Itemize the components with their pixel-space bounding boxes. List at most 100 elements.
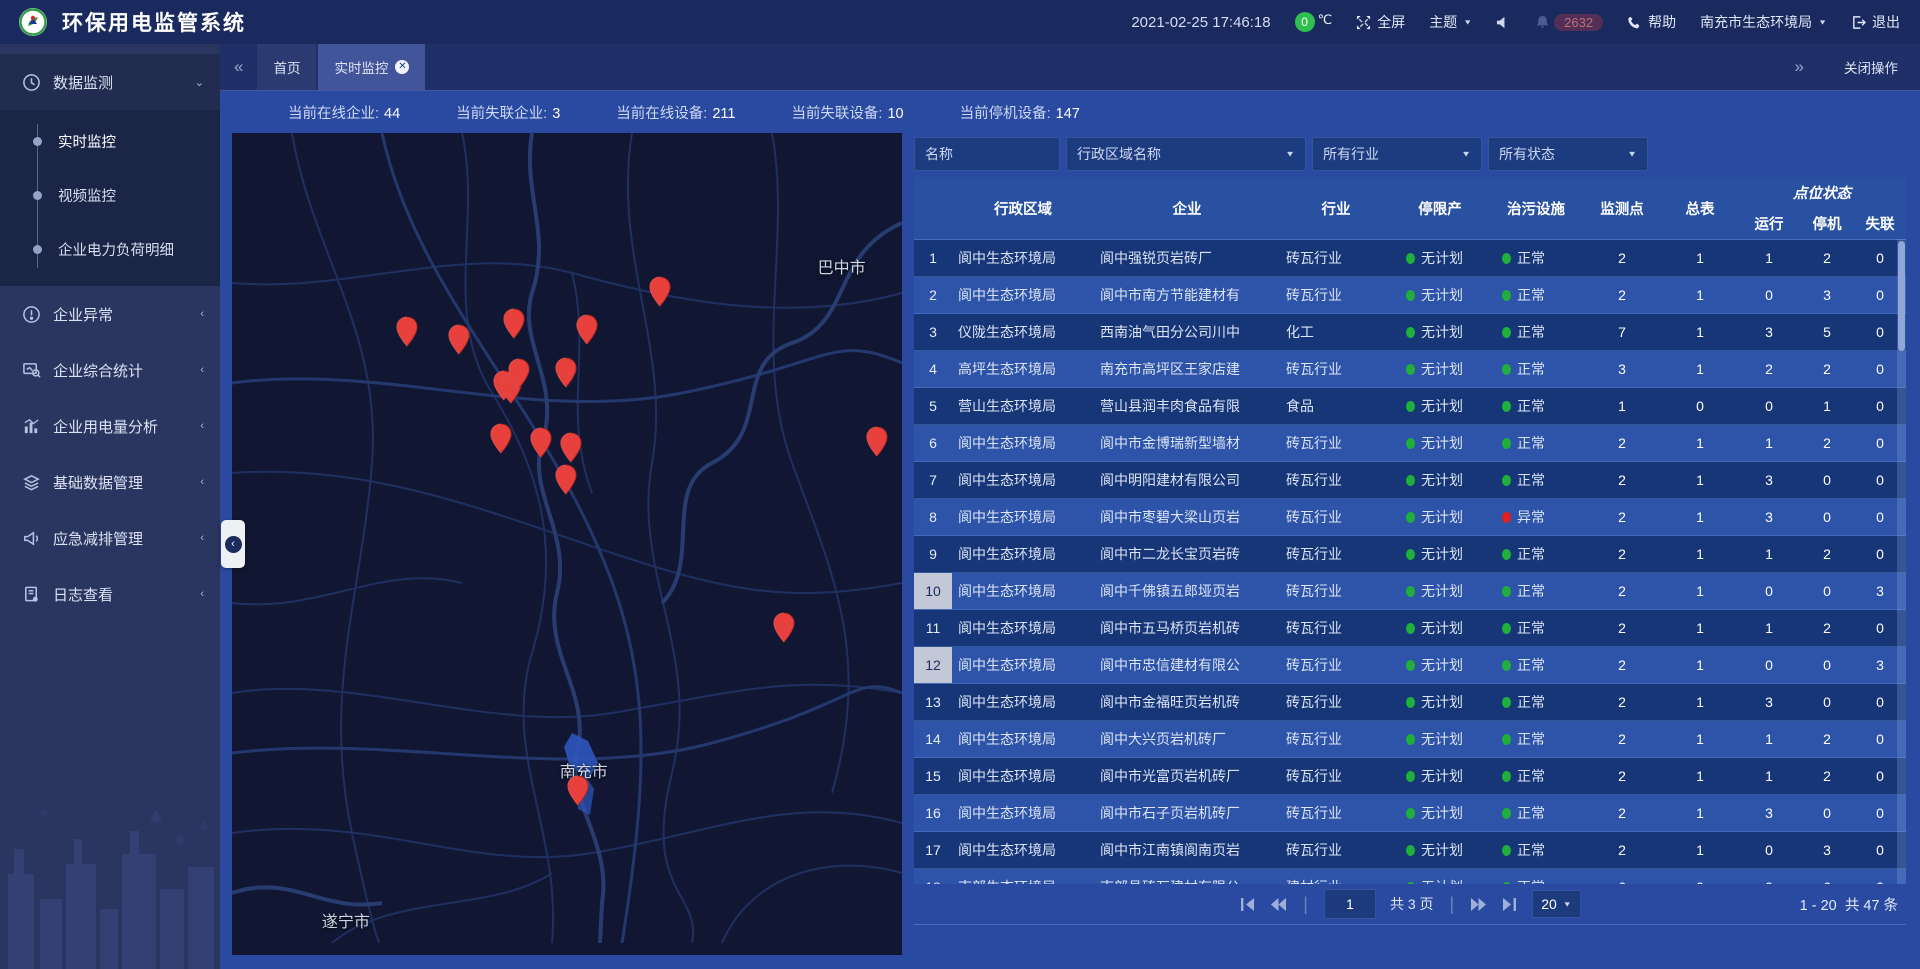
map-pin-icon[interactable]	[489, 423, 512, 454]
table-row[interactable]: 4高坪生态环境局南充市高坪区王家店建砖瓦行业无计划正常31220	[914, 351, 1906, 388]
table-scrollbar[interactable]	[1897, 239, 1906, 884]
cell-pollution-facility: 正常	[1488, 536, 1584, 572]
table-row[interactable]: 13阆中生态环境局阆中市金福旺页岩机砖砖瓦行业无计划正常21300	[914, 684, 1906, 721]
table-row[interactable]: 10阆中生态环境局阆中千佛镇五郎垭页岩砖瓦行业无计划正常21003	[914, 573, 1906, 610]
next-page-icon[interactable]	[1470, 897, 1487, 912]
close-operations-button[interactable]: 关闭操作	[1844, 57, 1898, 77]
table-row[interactable]: 8阆中生态环境局阆中市枣碧大梁山页岩砖瓦行业无计划异常21300	[914, 499, 1906, 536]
map-collapse-handle[interactable]: ‹	[221, 520, 245, 568]
table-row[interactable]: 12阆中生态环境局阆中市忠信建材有限公砖瓦行业无计划正常21003	[914, 647, 1906, 684]
pagination-bar: | 共 3 页 | 20 ▼ 1 - 20 共 47 条	[914, 884, 1906, 925]
sidebar-subitem[interactable]: 视频监控	[0, 168, 220, 222]
tab-label: 首页	[273, 57, 300, 77]
map-pin-icon[interactable]	[529, 427, 552, 458]
cell-industry: 食品	[1280, 388, 1392, 424]
tab-实时监控[interactable]: 实时监控✕	[318, 44, 425, 90]
row-index: 3	[914, 314, 952, 350]
table-row[interactable]: 11阆中生态环境局阆中市五马桥页岩机砖砖瓦行业无计划正常21120	[914, 610, 1906, 647]
stat-item: 当前停机设备:147	[960, 102, 1080, 123]
sidebar-item-3[interactable]: 企业综合统计‹	[0, 342, 220, 398]
sidebar-item-1[interactable]: 数据监测⌄	[0, 54, 220, 110]
table-row[interactable]: 16阆中生态环境局阆中市石子页岩机砖厂砖瓦行业无计划正常21300	[914, 795, 1906, 832]
row-index: 2	[914, 277, 952, 313]
page-size-select[interactable]: 20 ▼	[1532, 890, 1581, 918]
last-page-icon[interactable]	[1501, 897, 1518, 912]
tab-首页[interactable]: 首页	[257, 44, 316, 90]
map-pin-icon[interactable]	[560, 432, 583, 463]
fullscreen-button[interactable]: 全屏	[1356, 12, 1405, 32]
status-dot-green	[1406, 401, 1415, 412]
map-pin-icon[interactable]	[555, 357, 578, 388]
cell-total-meters: 1	[1660, 758, 1740, 794]
prev-page-icon[interactable]	[1270, 897, 1287, 912]
org-dropdown[interactable]: 南充市生态环境局 ▼	[1700, 12, 1827, 32]
map-pin-icon[interactable]	[576, 314, 599, 345]
table-row[interactable]: 18南部生态环境局南部县砖瓦建材有限公建材行业无计划正常60060	[914, 869, 1906, 884]
table-row[interactable]: 7阆中生态环境局阆中明阳建材有限公司砖瓦行业无计划正常21300	[914, 462, 1906, 499]
map-pin-icon[interactable]	[555, 464, 578, 495]
map-pin-icon[interactable]	[773, 612, 796, 643]
row-index: 6	[914, 425, 952, 461]
name-search-input[interactable]	[914, 137, 1060, 171]
mute-button[interactable]	[1496, 15, 1511, 30]
cell-stopped: 2	[1798, 425, 1856, 461]
sidebar-item-5[interactable]: 基础数据管理‹	[0, 454, 220, 510]
sidebar-subitem[interactable]: 企业电力负荷明细	[0, 222, 220, 276]
table-row[interactable]: 6阆中生态环境局阆中市金博瑞新型墙材砖瓦行业无计划正常21120	[914, 425, 1906, 462]
stat-label: 当前停机设备:	[960, 106, 1051, 122]
help-button[interactable]: 帮助	[1627, 12, 1676, 32]
map-pin-icon[interactable]	[507, 358, 530, 389]
industry-select[interactable]: 所有行业 ▼	[1312, 137, 1482, 171]
scrollbar-thumb[interactable]	[1898, 241, 1905, 351]
logout-button[interactable]: 退出	[1851, 12, 1900, 32]
datetime: 2021-02-25 17:46:18	[1131, 14, 1270, 31]
map-pin-icon[interactable]	[503, 308, 526, 339]
table-row[interactable]: 14阆中生态环境局阆中大兴页岩机砖厂砖瓦行业无计划正常21120	[914, 721, 1906, 758]
row-index: 12	[914, 647, 952, 683]
table-row[interactable]: 15阆中生态环境局阆中市光富页岩机砖厂砖瓦行业无计划正常21120	[914, 758, 1906, 795]
notification-count-badge: 2632	[1554, 14, 1603, 31]
status-dot-green	[1406, 586, 1415, 597]
sidebar-item-6[interactable]: 应急减排管理‹	[0, 510, 220, 566]
map-pin-icon[interactable]	[448, 324, 471, 355]
sidebar-item-7[interactable]: 日志查看‹	[0, 566, 220, 622]
sidebar-subitem[interactable]: 实时监控	[0, 114, 220, 168]
table-row[interactable]: 1阆中生态环境局阆中强锐页岩砖厂砖瓦行业无计划正常21120	[914, 240, 1906, 277]
cell-industry: 砖瓦行业	[1280, 351, 1392, 387]
tabs-scroll-left-icon[interactable]: «	[220, 57, 257, 77]
sidebar-item-2[interactable]: 企业异常‹	[0, 286, 220, 342]
tabs-scroll-right-icon[interactable]: »	[1781, 57, 1818, 77]
status-dot-green	[1502, 771, 1511, 782]
page-number-input[interactable]	[1324, 889, 1376, 919]
cell-region: 高坪生态环境局	[952, 351, 1094, 387]
first-page-icon[interactable]	[1239, 897, 1256, 912]
col-stopped: 停机	[1798, 208, 1856, 239]
cell-production-limit: 无计划	[1392, 462, 1488, 498]
table-row[interactable]: 9阆中生态环境局阆中市二龙长宝页岩砖砖瓦行业无计划正常21120	[914, 536, 1906, 573]
table-row[interactable]: 2阆中生态环境局阆中市南方节能建材有砖瓦行业无计划正常21030	[914, 277, 1906, 314]
status-select[interactable]: 所有状态 ▼	[1488, 137, 1648, 171]
status-dot-green	[1406, 623, 1415, 634]
table-row[interactable]: 17阆中生态环境局阆中市江南镇阆南页岩砖瓦行业无计划正常21030	[914, 832, 1906, 869]
cell-pollution-facility: 正常	[1488, 832, 1584, 868]
sidebar-submenu: 实时监控视频监控企业电力负荷明细	[0, 110, 220, 286]
region-select[interactable]: 行政区域名称 ▼	[1066, 137, 1306, 171]
table-row[interactable]: 3仪陇生态环境局西南油气田分公司川中化工无计划正常71350	[914, 314, 1906, 351]
cell-region: 阆中生态环境局	[952, 499, 1094, 535]
map-pin-icon[interactable]	[566, 775, 589, 806]
map-pin-icon[interactable]	[395, 316, 418, 347]
map[interactable]: 巴中市南充市遂宁市 ‹	[232, 133, 902, 955]
row-index: 15	[914, 758, 952, 794]
cell-total-meters: 1	[1660, 573, 1740, 609]
sidebar-item-4[interactable]: 企业用电量分析‹	[0, 398, 220, 454]
cell-production-limit: 无计划	[1392, 610, 1488, 646]
map-pin-icon[interactable]	[866, 426, 889, 457]
status-dot-green	[1502, 475, 1511, 486]
theme-dropdown[interactable]: 主题 ▼	[1429, 12, 1472, 32]
tab-close-icon[interactable]: ✕	[395, 60, 409, 74]
map-pin-icon[interactable]	[649, 276, 672, 307]
status-dot-green	[1406, 327, 1415, 338]
cell-production-limit: 无计划	[1392, 314, 1488, 350]
notifications[interactable]: 2632	[1535, 14, 1603, 31]
table-row[interactable]: 5营山生态环境局营山县润丰肉食品有限食品无计划正常10010	[914, 388, 1906, 425]
